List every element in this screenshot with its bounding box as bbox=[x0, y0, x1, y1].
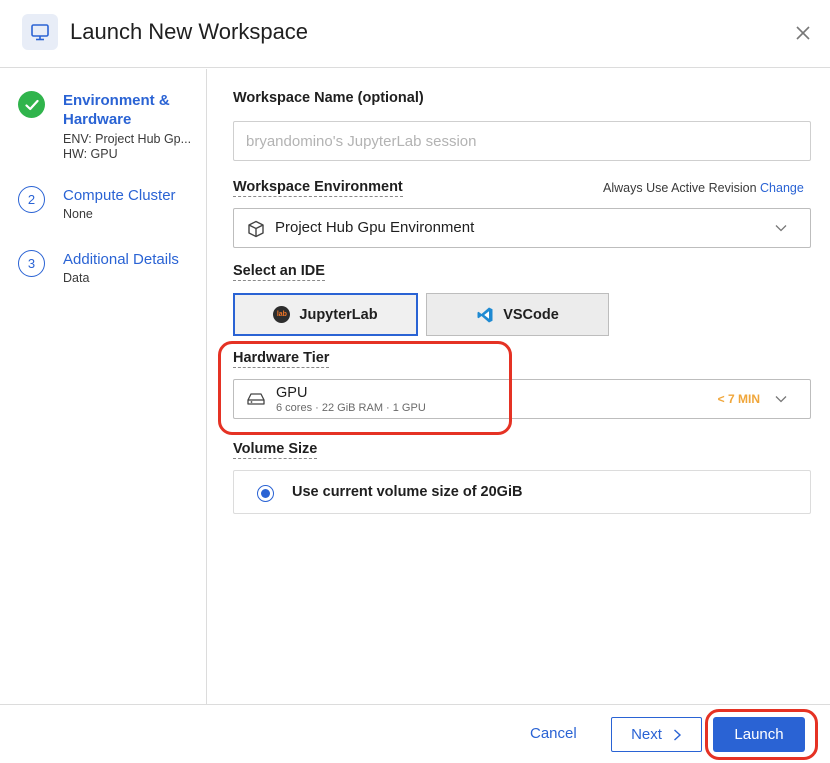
chevron-down-icon bbox=[775, 396, 787, 403]
chevron-down-icon bbox=[775, 225, 787, 232]
select-ide-label: Select an IDE bbox=[233, 263, 325, 281]
hardware-tier-label: Hardware Tier bbox=[233, 350, 330, 368]
environment-value: Project Hub Gpu Environment bbox=[275, 219, 475, 236]
volume-option-label: Use current volume size of 20GiB bbox=[292, 484, 523, 500]
check-icon bbox=[18, 91, 45, 118]
launch-workspace-dialog: Launch New Workspace Environment & Hardw… bbox=[0, 0, 830, 763]
step-env-summary: ENV: Project Hub Gp... bbox=[63, 132, 192, 146]
monitor-icon bbox=[22, 14, 58, 50]
step-sidebar: Environment & Hardware ENV: Project Hub … bbox=[0, 69, 207, 704]
cancel-button[interactable]: Cancel bbox=[530, 725, 577, 742]
volume-option: Use current volume size of 20GiB bbox=[233, 470, 811, 514]
next-label: Next bbox=[631, 726, 662, 743]
step-environment-hardware[interactable]: Environment & Hardware ENV: Project Hub … bbox=[18, 91, 203, 171]
ide-label: JupyterLab bbox=[299, 306, 378, 323]
cube-icon bbox=[248, 220, 264, 238]
workspace-form: Workspace Name (optional) Workspace Envi… bbox=[207, 69, 830, 704]
vscode-icon bbox=[477, 307, 493, 322]
chevron-right-icon bbox=[673, 728, 681, 741]
ide-option-vscode[interactable]: VSCode bbox=[426, 293, 609, 336]
step-summary: Data bbox=[63, 271, 90, 285]
hardware-startup-time: < 7 MIN bbox=[717, 392, 760, 406]
revision-info: Always Use Active Revision Change bbox=[603, 181, 804, 195]
hardware-tier-name: GPU bbox=[276, 385, 308, 401]
workspace-name-label: Workspace Name (optional) bbox=[233, 90, 424, 106]
ide-option-jupyterlab[interactable]: lab JupyterLab bbox=[233, 293, 418, 336]
dialog-title: Launch New Workspace bbox=[70, 19, 309, 44]
workspace-environment-label: Workspace Environment bbox=[233, 179, 403, 197]
close-button[interactable] bbox=[790, 20, 816, 46]
next-button[interactable]: Next bbox=[611, 717, 702, 752]
environment-select[interactable]: Project Hub Gpu Environment bbox=[233, 208, 811, 248]
dialog-footer: Cancel Next Launch bbox=[0, 704, 830, 763]
workspace-name-input[interactable] bbox=[233, 121, 811, 161]
hardware-tier-specs: 6 cores · 22 GiB RAM · 1 GPU bbox=[276, 402, 426, 414]
jupyterlab-icon: lab bbox=[273, 306, 291, 323]
hardware-tier-select[interactable]: GPU 6 cores · 22 GiB RAM · 1 GPU < 7 MIN bbox=[233, 379, 811, 419]
ide-label: VSCode bbox=[503, 306, 559, 323]
step-summary: None bbox=[63, 207, 93, 221]
dialog-header: Launch New Workspace bbox=[0, 0, 830, 68]
revision-text: Always Use Active Revision bbox=[603, 181, 757, 195]
volume-radio[interactable] bbox=[257, 485, 274, 502]
hard-drive-icon bbox=[247, 393, 265, 405]
step-hw-summary: HW: GPU bbox=[63, 147, 118, 161]
step-compute-cluster[interactable]: 2 Compute Cluster None bbox=[18, 186, 203, 226]
launch-button[interactable]: Launch bbox=[713, 717, 805, 752]
step-title: Additional Details bbox=[63, 251, 179, 268]
volume-size-label: Volume Size bbox=[233, 441, 318, 459]
radio-selected-dot bbox=[261, 489, 270, 498]
step-title: Environment & Hardware bbox=[63, 92, 170, 128]
close-icon bbox=[796, 26, 810, 40]
step-title: Compute Cluster bbox=[63, 187, 176, 204]
change-revision-link[interactable]: Change bbox=[760, 181, 804, 195]
step-number: 3 bbox=[18, 250, 45, 277]
step-number: 2 bbox=[18, 186, 45, 213]
step-additional-details[interactable]: 3 Additional Details Data bbox=[18, 250, 203, 290]
